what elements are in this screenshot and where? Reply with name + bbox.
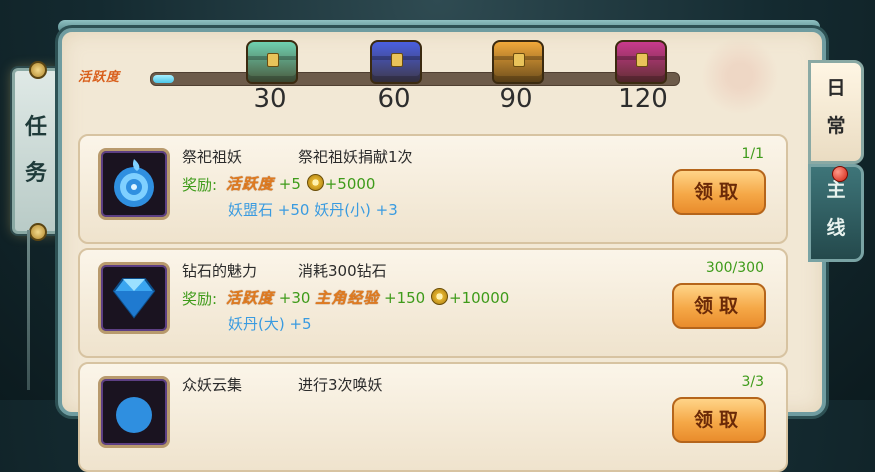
magenta-chest-icon[interactable] [615, 40, 667, 84]
side-tab-char-1: 任 [24, 115, 47, 140]
task-name: 钻石的魅力 [182, 262, 258, 280]
reward-line-2: 妖丹(大) +5 [228, 315, 312, 333]
task-description: 祭祀祖妖捐献1次 [298, 148, 413, 166]
notification-dot [832, 166, 848, 182]
tab-daily-char-2: 常 [826, 115, 846, 137]
reward-tag-exp: 主角经验 [315, 289, 380, 307]
claim-button[interactable]: 领取 [672, 169, 766, 215]
claim-button[interactable]: 领取 [672, 397, 766, 443]
task-side-tab[interactable]: 任 务 [12, 61, 60, 241]
reward-line-1: 活跃度 +30 主角经验 +150 +10000 [226, 287, 509, 308]
reward-coin-value: +5000 [324, 175, 376, 193]
tab-daily-char-1: 日 [826, 77, 846, 99]
summon-icon [98, 376, 170, 448]
scroll-knob-bottom [29, 223, 47, 241]
reward-coin-value: +10000 [449, 289, 510, 307]
chest-threshold-30: 30 [253, 84, 287, 114]
reward-line-1: 活跃度 +5 +5000 [226, 173, 375, 194]
activity-label: 活跃度 [78, 70, 121, 85]
blue-chest-icon[interactable] [370, 40, 422, 84]
task-description: 消耗300钻石 [298, 262, 387, 280]
reward-line-2: 妖盟石 +50 妖丹(小) +3 [228, 201, 398, 219]
scroll-knob-top [29, 61, 47, 79]
reward-label: 奖励: [182, 290, 218, 308]
task-name: 祭祀祖妖 [182, 148, 243, 166]
reward-exp-value: +150 [384, 289, 426, 307]
jade-chest-icon[interactable] [246, 40, 298, 84]
reward-activity-value: +5 [278, 175, 301, 193]
coin-icon [431, 288, 449, 305]
claim-button[interactable]: 领取 [672, 283, 766, 329]
task-card: 众妖云集 进行3次唤妖 3/3 领取 [78, 362, 788, 472]
gold-chest-icon[interactable] [492, 40, 544, 84]
activity-progress-fill [153, 75, 174, 83]
task-progress: 300/300 [705, 260, 764, 276]
tab-daily[interactable]: 日 常 [808, 60, 864, 164]
reward-label: 奖励: [182, 176, 218, 194]
task-description: 进行3次唤妖 [298, 376, 383, 394]
task-card: 钻石的魅力 消耗300钻石 奖励: 活跃度 +30 主角经验 +150 +100… [78, 248, 788, 358]
tab-main-char-2: 线 [826, 217, 846, 239]
task-name: 众妖云集 [182, 376, 243, 394]
chest-threshold-60: 60 [377, 84, 411, 114]
side-tab-char-2: 务 [24, 161, 47, 186]
lotus-decoration [690, 36, 790, 116]
task-card: 祭祀祖妖 祭祀祖妖捐献1次 奖励: 活跃度 +5 +5000 妖盟石 +50 妖… [78, 134, 788, 244]
task-progress: 1/1 [741, 146, 764, 162]
blue-swirl-icon [98, 148, 170, 220]
chest-threshold-120: 120 [618, 84, 668, 114]
tassel-decoration [27, 230, 30, 390]
reward-activity-value: +30 [278, 289, 311, 307]
coin-icon [306, 174, 324, 191]
task-progress: 3/3 [741, 374, 764, 390]
chest-threshold-90: 90 [499, 84, 533, 114]
reward-tag-activity: 活跃度 [226, 175, 275, 193]
diamond-icon [98, 262, 170, 334]
reward-tag-activity: 活跃度 [226, 289, 275, 307]
